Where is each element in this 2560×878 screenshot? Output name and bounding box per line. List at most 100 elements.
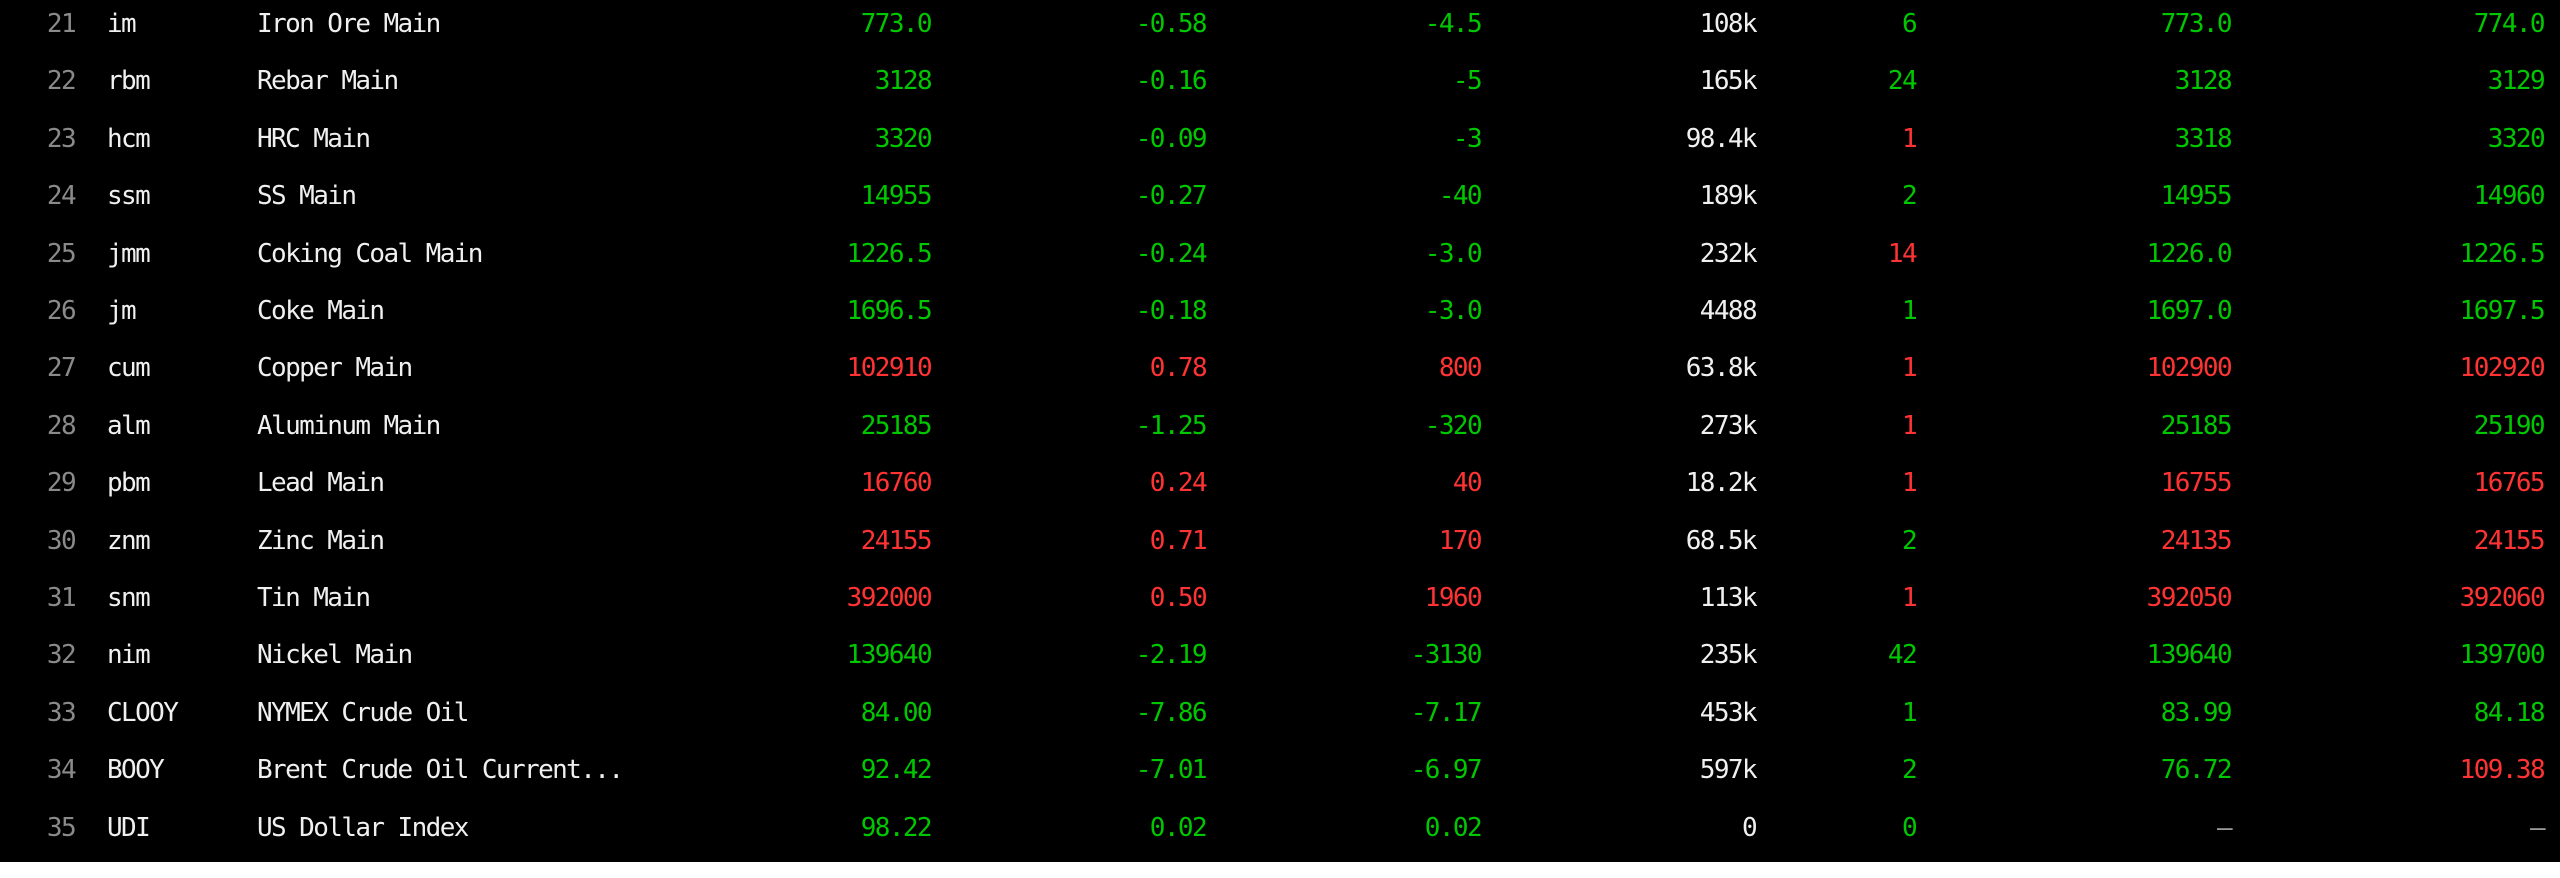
symbol-code: snm [107, 583, 151, 613]
bid-price: 83.99 [2160, 698, 2233, 728]
table-row[interactable]: 22 rbm Rebar Main 3128 -0.16 -5 165k 24 3128 3129 [0, 53, 2560, 110]
row-number: 25 [46, 239, 77, 269]
table-row[interactable]: 29 pbm Lead Main 16760 0.24 40 18.2k 1 16755 1676… [0, 455, 2560, 512]
last-volume: 1 [1901, 296, 1918, 326]
change: -7.17 [1410, 698, 1483, 728]
ask-price: 16765 [2473, 468, 2546, 498]
last-price: 102910 [846, 353, 933, 383]
table-row[interactable]: 31 snm Tin Main 392000 0.50 1960 113k 1 392050 39… [0, 570, 2560, 627]
table-row[interactable]: 35 UDI US Dollar Index 98.22 0.02 0.02 0 0 – – [0, 800, 2560, 857]
table-row[interactable]: 25 jmm Coking Coal Main 1226.5 -0.24 -3.0 232k… [0, 226, 2560, 283]
symbol-code: cum [107, 353, 151, 383]
symbol-code: rbm [107, 66, 151, 96]
symbol-code: znm [107, 526, 151, 556]
row-number: 33 [46, 698, 77, 728]
change: 800 [1438, 353, 1483, 383]
last-price: 3128 [874, 66, 933, 96]
change-percent: 0.71 [1149, 526, 1208, 556]
bid-price: – [2216, 813, 2233, 843]
change: -320 [1424, 411, 1483, 441]
change: -3.0 [1424, 239, 1483, 269]
row-number: 26 [46, 296, 77, 326]
table-row[interactable]: 27 cum Copper Main 102910 0.78 800 63.8k 1 10290… [0, 340, 2560, 397]
last-volume: 2 [1901, 181, 1918, 211]
table-row[interactable]: 21 im Iron Ore Main 773.0 -0.58 -4.5 108k 6 773.… [0, 0, 2560, 53]
last-price: 24155 [860, 526, 933, 556]
symbol-code: nim [107, 640, 151, 670]
symbol-code: ssm [107, 181, 151, 211]
row-number: 24 [46, 181, 77, 211]
ask-price: 109.38 [2459, 755, 2546, 785]
ask-price: 3320 [2487, 124, 2546, 154]
last-volume: 6 [1901, 9, 1918, 39]
change-percent: -1.25 [1135, 411, 1208, 441]
table-row[interactable]: 34 BOOY Brent Crude Oil Current... 92.42 -7.… [0, 742, 2560, 799]
ask-price: 102920 [2459, 353, 2546, 383]
last-volume: 1 [1901, 124, 1918, 154]
volume: 63.8k [1685, 353, 1758, 383]
symbol-code: BOOY [107, 755, 165, 785]
ask-price: 774.0 [2473, 9, 2546, 39]
ask-price: 1226.5 [2459, 239, 2546, 269]
change-percent: -7.86 [1135, 698, 1208, 728]
ask-price: 3129 [2487, 66, 2546, 96]
table-row[interactable]: 26 jm Coke Main 1696.5 -0.18 -3.0 4488 1 1697.0 1… [0, 283, 2560, 340]
change-percent: 0.02 [1149, 813, 1208, 843]
symbol-code: CLOOY [107, 698, 179, 728]
row-number: 28 [46, 411, 77, 441]
bid-price: 14955 [2160, 181, 2233, 211]
row-number: 30 [46, 526, 77, 556]
row-number: 34 [46, 755, 77, 785]
last-price: 14955 [860, 181, 933, 211]
row-number: 31 [46, 583, 77, 613]
row-number: 27 [46, 353, 77, 383]
change: -5 [1452, 66, 1483, 96]
table-row[interactable]: 30 znm Zinc Main 24155 0.71 170 68.5k 2 24135 241… [0, 513, 2560, 570]
symbol-code: jm [107, 296, 137, 326]
last-volume: 0 [1901, 813, 1918, 843]
instrument-name: Rebar Main [257, 66, 399, 96]
table-row[interactable]: 32 nim Nickel Main 139640 -2.19 -3130 235k 42 13… [0, 627, 2560, 684]
instrument-name: Copper Main [257, 353, 413, 383]
volume: 235k [1699, 640, 1758, 670]
table-row[interactable]: 33 CLOOY NYMEX Crude Oil 84.00 -7.86 -7.17 453… [0, 685, 2560, 742]
ask-price: 25190 [2473, 411, 2546, 441]
row-number: 29 [46, 468, 77, 498]
change: -3 [1452, 124, 1483, 154]
change-percent: -0.24 [1135, 239, 1208, 269]
volume: 108k [1699, 9, 1758, 39]
change: 0.02 [1424, 813, 1483, 843]
instrument-name: Nickel Main [257, 640, 413, 670]
instrument-name: Aluminum Main [257, 411, 441, 441]
instrument-name: Tin Main [257, 583, 371, 613]
last-volume: 1 [1901, 411, 1918, 441]
bid-price: 16755 [2160, 468, 2233, 498]
last-volume: 1 [1901, 698, 1918, 728]
row-number: 21 [46, 9, 77, 39]
change: -6.97 [1410, 755, 1483, 785]
bid-price: 24135 [2160, 526, 2233, 556]
ask-price: 1697.5 [2459, 296, 2546, 326]
bid-price: 25185 [2160, 411, 2233, 441]
symbol-code: UDI [107, 813, 151, 843]
change: 170 [1438, 526, 1483, 556]
last-volume: 1 [1901, 583, 1918, 613]
change-percent: -0.58 [1135, 9, 1208, 39]
table-row[interactable]: 24 ssm SS Main 14955 -0.27 -40 189k 2 14955 14960 [0, 168, 2560, 225]
bid-price: 76.72 [2160, 755, 2233, 785]
table-row[interactable]: 28 alm Aluminum Main 25185 -1.25 -320 273k 1 251… [0, 398, 2560, 455]
bid-price: 773.0 [2160, 9, 2233, 39]
row-number: 35 [46, 813, 77, 843]
bid-price: 1697.0 [2146, 296, 2233, 326]
change: -40 [1438, 181, 1483, 211]
ask-price: 14960 [2473, 181, 2546, 211]
table-row[interactable]: 23 hcm HRC Main 3320 -0.09 -3 98.4k 1 3318 3320 [0, 111, 2560, 168]
row-number: 32 [46, 640, 77, 670]
row-number: 23 [46, 124, 77, 154]
symbol-code: alm [107, 411, 151, 441]
change-percent: 0.24 [1149, 468, 1208, 498]
ask-price: 139700 [2459, 640, 2546, 670]
last-price: 1226.5 [846, 239, 933, 269]
ask-price: 24155 [2473, 526, 2546, 556]
change-percent: -7.01 [1135, 755, 1208, 785]
